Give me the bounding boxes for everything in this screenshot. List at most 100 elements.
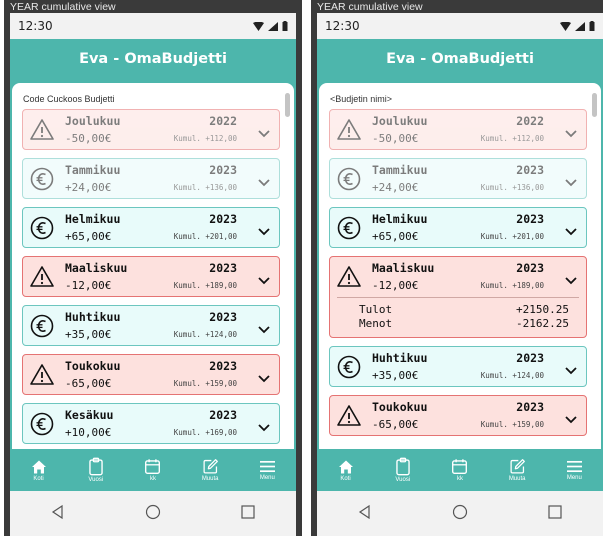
status-time: 12:30: [325, 19, 360, 33]
warning-icon: [336, 403, 362, 429]
status-icons: [253, 21, 288, 31]
menu-icon: [259, 459, 276, 474]
warning-icon: [29, 362, 55, 388]
chevron-down-icon[interactable]: [564, 361, 578, 375]
month-amount: -50,00€: [65, 132, 112, 145]
nav-item-kk[interactable]: kk: [128, 458, 178, 482]
detail-row: Menot -2162.25: [337, 317, 579, 331]
month-amount: +35,00€: [372, 369, 419, 382]
back-icon[interactable]: [50, 504, 66, 524]
system-nav: [10, 491, 296, 536]
recents-icon[interactable]: [240, 504, 256, 524]
month-card[interactable]: Toukokuu 2023 -65,00€ Kumul. +159,00: [22, 354, 280, 395]
month-card[interactable]: Huhtikuu 2023 +35,00€ Kumul. +124,00: [22, 305, 280, 346]
month-name: Helmikuu: [372, 212, 428, 226]
chevron-down-icon[interactable]: [257, 173, 271, 187]
nav-label: Vuosi: [88, 477, 104, 483]
recents-icon[interactable]: [547, 504, 563, 524]
nav-item-menu[interactable]: Menu: [242, 459, 292, 481]
month-year: 2023: [516, 400, 544, 414]
month-card[interactable]: Toukokuu 2023 -65,00€ Kumul. +159,00: [329, 395, 587, 436]
nav-item-koti[interactable]: Koti: [14, 459, 64, 482]
month-name: Kesäkuu: [65, 408, 114, 422]
home-circle-icon[interactable]: [145, 504, 161, 524]
nav-label: Muuta: [508, 476, 526, 482]
wifi-icon: [253, 21, 264, 31]
nav-label: kk: [149, 476, 156, 482]
month-list: Joulukuu 2022 -50,00€ Kumul. +112,00 Tammiku…: [22, 109, 280, 449]
nav-label: Vuosi: [395, 477, 411, 483]
budget-name: <Budjetin nimi>: [330, 94, 393, 104]
cumulative-total: Kumul. +136,00: [480, 183, 544, 192]
chevron-down-icon[interactable]: [257, 320, 271, 334]
month-name: Tammikuu: [65, 163, 121, 177]
month-card[interactable]: Huhtikuu 2023 +35,00€ Kumul. +124,00: [329, 346, 587, 387]
detail-value: -2162.25: [516, 317, 569, 330]
signal-icon: [575, 21, 585, 31]
nav-item-muuta[interactable]: Muuta: [492, 458, 542, 482]
status-time: 12:30: [18, 19, 53, 33]
edit-icon: [202, 458, 219, 475]
nav-item-menu[interactable]: Menu: [549, 459, 599, 481]
status-icons: [560, 21, 595, 31]
cumulative-total: Kumul. +201,00: [480, 232, 544, 241]
nav-item-muuta[interactable]: Muuta: [185, 458, 235, 482]
chevron-down-icon[interactable]: [257, 124, 271, 138]
month-year: 2023: [516, 261, 544, 275]
chevron-down-icon[interactable]: [257, 418, 271, 432]
scrollbar[interactable]: [592, 93, 597, 117]
cumulative-total: Kumul. +112,00: [173, 134, 237, 143]
month-card[interactable]: Helmikuu 2023 +65,00€ Kumul. +201,00: [329, 207, 587, 248]
battery-icon: [282, 21, 288, 31]
month-card[interactable]: Tammikuu 2023 +24,00€ Kumul. +136,00: [329, 158, 587, 199]
nav-label: Koti: [33, 475, 44, 482]
back-icon[interactable]: [357, 504, 373, 524]
home-circle-icon[interactable]: [452, 504, 468, 524]
month-name: Helmikuu: [65, 212, 121, 226]
detail-label: Tulot: [359, 303, 393, 316]
nav-item-kk[interactable]: kk: [435, 458, 485, 482]
month-year: 2023: [209, 163, 237, 177]
chevron-down-icon[interactable]: [564, 173, 578, 187]
month-card[interactable]: Helmikuu 2023 +65,00€ Kumul. +201,00: [22, 207, 280, 248]
cumulative-total: Kumul. +124,00: [173, 330, 237, 339]
month-card[interactable]: Maaliskuu 2023 -12,00€ Kumul. +189,00: [22, 256, 280, 297]
month-details: Tulot +2150.25 Menot -2162.25: [337, 297, 579, 331]
nav-label: Menu: [259, 475, 275, 481]
cumulative-total: Kumul. +201,00: [173, 232, 237, 241]
warning-icon: [336, 264, 362, 290]
home-icon: [338, 459, 354, 475]
month-card[interactable]: Joulukuu 2022 -50,00€ Kumul. +112,00: [329, 109, 587, 150]
nav-item-koti[interactable]: Koti: [321, 459, 371, 482]
phone-right: YEAR cumulative view 12:30 Eva - OmaBudj…: [311, 0, 603, 536]
month-name: Huhtikuu: [65, 310, 121, 324]
budget-name: Code Cuckoos Budjetti: [23, 94, 115, 104]
status-bar: 12:30: [317, 13, 603, 39]
month-card[interactable]: Maaliskuu 2023 -12,00€ Kumul. +189,00 Tulot +…: [329, 256, 587, 338]
chevron-down-icon[interactable]: [257, 222, 271, 236]
nav-label: kk: [456, 476, 463, 482]
scrollbar[interactable]: [285, 93, 290, 117]
chevron-down-icon[interactable]: [257, 271, 271, 285]
month-name: Tammikuu: [372, 163, 428, 177]
nav-item-vuosi[interactable]: Vuosi: [71, 457, 121, 483]
chevron-down-icon[interactable]: [564, 410, 578, 424]
month-year: 2022: [516, 114, 544, 128]
chevron-down-icon[interactable]: [564, 271, 578, 285]
month-card[interactable]: Joulukuu 2022 -50,00€ Kumul. +112,00: [22, 109, 280, 150]
sheet: <Budjetin nimi> Joulukuu 2022 -50,00€ Kumul…: [319, 83, 601, 449]
month-amount: -65,00€: [65, 377, 112, 390]
month-year: 2023: [209, 310, 237, 324]
chevron-down-icon[interactable]: [257, 369, 271, 383]
month-name: Toukokuu: [65, 359, 121, 373]
nav-item-vuosi[interactable]: Vuosi: [378, 457, 428, 483]
signal-icon: [268, 21, 278, 31]
chevron-down-icon[interactable]: [564, 124, 578, 138]
euro-icon: [29, 215, 55, 241]
month-card[interactable]: Kesäkuu 2023 +10,00€ Kumul. +169,00: [22, 403, 280, 444]
menu-icon: [566, 459, 583, 474]
chevron-down-icon[interactable]: [564, 222, 578, 236]
month-amount: -12,00€: [65, 279, 112, 292]
month-card[interactable]: Tammikuu 2023 +24,00€ Kumul. +136,00: [22, 158, 280, 199]
calendar-icon: [144, 458, 161, 475]
